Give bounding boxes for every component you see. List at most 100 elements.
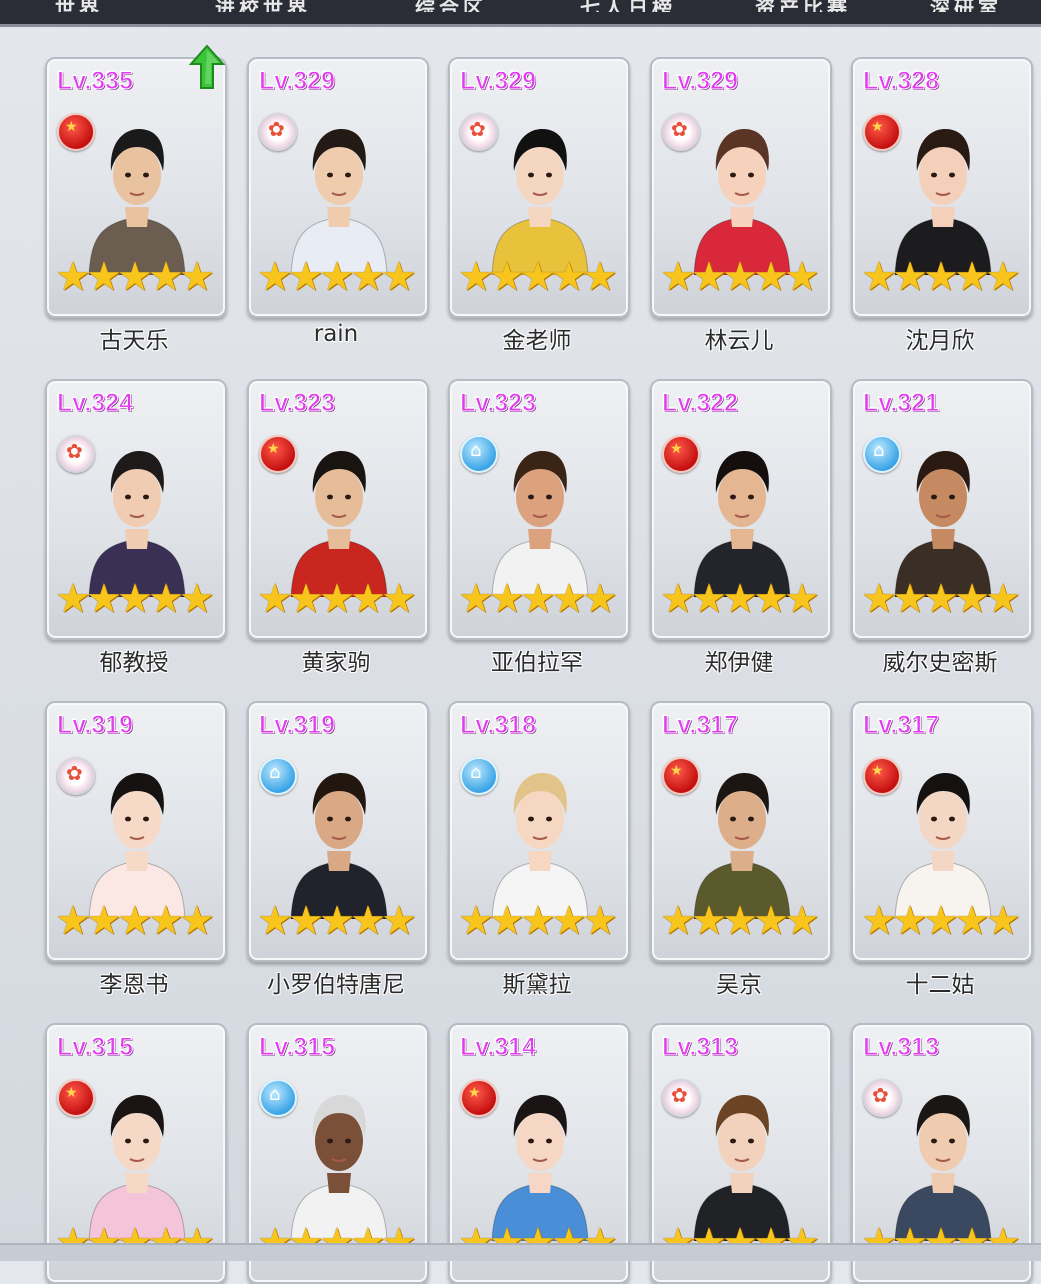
star-icon: ★ — [520, 577, 556, 621]
character-card[interactable]: Lv.323 ★★★★★ — [247, 379, 429, 640]
star-icon: ★ — [660, 899, 696, 943]
character-portrait — [491, 1095, 589, 1241]
star-icon: ★ — [691, 255, 727, 299]
character-name: 吴京 — [716, 972, 762, 998]
star-icon: ★ — [179, 899, 215, 943]
character-name: 亚伯拉罕 — [491, 650, 583, 676]
level-label: Lv.313 — [863, 1033, 940, 1062]
character-portrait — [290, 1095, 388, 1241]
star-icon: ★ — [923, 255, 959, 299]
star-icon: ★ — [458, 577, 494, 621]
level-label: Lv.317 — [863, 711, 940, 740]
star-icon: ★ — [55, 255, 91, 299]
star-rating: ★★★★★ — [660, 577, 820, 621]
character-name: 沈月欣 — [905, 328, 975, 354]
star-rating: ★★★★★ — [458, 899, 618, 943]
character-card[interactable]: Lv.317 ★ ★★★★ — [851, 701, 1033, 962]
star-icon: ★ — [691, 899, 727, 943]
top-tab-3[interactable]: 七人日榜 — [580, 0, 720, 12]
star-icon: ★ — [660, 255, 696, 299]
level-label: Lv.322 — [662, 389, 739, 418]
star-rating: ★★★★★ — [861, 577, 1021, 621]
star-icon: ★ — [350, 255, 386, 299]
character-card[interactable]: Lv.328 ★ ★★★★ — [851, 57, 1033, 318]
star-icon: ★ — [985, 577, 1021, 621]
character-name: 黄家驹 — [301, 650, 371, 676]
character-name: 斯黛拉 — [502, 972, 572, 998]
star-icon: ★ — [288, 577, 324, 621]
character-card[interactable]: Lv.322 ★ ★★★★ — [650, 379, 832, 640]
star-icon: ★ — [784, 577, 820, 621]
top-tab-0[interactable]: 世界 — [55, 0, 195, 12]
star-icon: ★ — [691, 577, 727, 621]
top-tab-4[interactable]: 资产比赛 — [755, 0, 895, 12]
level-label: Lv.329 — [460, 67, 537, 96]
star-icon: ★ — [861, 577, 897, 621]
star-icon: ★ — [582, 577, 618, 621]
star-icon: ★ — [381, 577, 417, 621]
character-name: 李恩书 — [99, 972, 169, 998]
star-icon: ★ — [148, 577, 184, 621]
star-icon: ★ — [784, 899, 820, 943]
star-icon: ★ — [784, 255, 820, 299]
star-icon: ★ — [892, 899, 928, 943]
star-icon: ★ — [86, 577, 122, 621]
star-icon: ★ — [117, 899, 153, 943]
character-card[interactable]: Lv.318 ★★★★★ — [448, 701, 630, 962]
star-icon: ★ — [582, 255, 618, 299]
character-name: 威尔史密斯 — [882, 650, 998, 676]
character-card[interactable]: Lv.323 ★★★★★ — [448, 379, 630, 640]
character-portrait — [290, 451, 388, 597]
character-card[interactable]: Lv.321 ★★★★★ — [851, 379, 1033, 640]
star-icon: ★ — [520, 899, 556, 943]
top-tab-1[interactable]: 进校世界 — [215, 0, 355, 12]
top-tab-5[interactable]: 深研室 — [930, 0, 1030, 12]
top-tab-2[interactable]: 综合区 — [415, 0, 555, 12]
character-card[interactable]: Lv.329 ★★★★★ — [448, 57, 630, 318]
star-icon: ★ — [892, 577, 928, 621]
level-label: Lv.319 — [259, 711, 336, 740]
star-icon: ★ — [722, 255, 758, 299]
level-label: Lv.324 — [57, 389, 134, 418]
star-icon: ★ — [954, 899, 990, 943]
character-card[interactable]: Lv.319 ★★★★★ — [45, 701, 227, 962]
star-icon: ★ — [117, 577, 153, 621]
star-icon: ★ — [381, 899, 417, 943]
star-icon: ★ — [861, 255, 897, 299]
star-icon: ★ — [861, 899, 897, 943]
character-portrait — [693, 773, 791, 919]
star-icon: ★ — [179, 255, 215, 299]
star-icon: ★ — [257, 255, 293, 299]
character-portrait — [491, 129, 589, 275]
character-portrait — [693, 129, 791, 275]
character-card[interactable]: Lv.324 ★★★★★ — [45, 379, 227, 640]
character-card[interactable]: Lv.329 ★★★★★ — [650, 57, 832, 318]
star-icon: ★ — [722, 577, 758, 621]
character-card[interactable]: Lv.335 ★ ★★★★ — [45, 57, 227, 318]
star-icon: ★ — [660, 577, 696, 621]
character-name: 小罗伯特唐尼 — [267, 972, 405, 998]
level-label: Lv.329 — [259, 67, 336, 96]
character-portrait — [88, 1095, 186, 1241]
star-icon: ★ — [753, 899, 789, 943]
star-icon: ★ — [985, 899, 1021, 943]
character-portrait — [491, 773, 589, 919]
character-name: 林云儿 — [704, 328, 774, 354]
star-icon: ★ — [489, 255, 525, 299]
character-card[interactable]: Lv.329 ★★★★★ — [247, 57, 429, 318]
character-name: 十二姑 — [905, 972, 975, 998]
level-label: Lv.319 — [57, 711, 134, 740]
star-icon: ★ — [551, 255, 587, 299]
character-card[interactable]: Lv.317 ★ ★★★★ — [650, 701, 832, 962]
character-card[interactable]: Lv.319 ★★★★★ — [247, 701, 429, 962]
top-tab-bar: 世界 进校世界 综合区 七人日榜 资产比赛 深研室 — [0, 0, 1041, 27]
level-label: Lv.323 — [259, 389, 336, 418]
star-icon: ★ — [86, 899, 122, 943]
star-rating: ★★★★★ — [257, 255, 417, 299]
star-rating: ★★★★★ — [861, 255, 1021, 299]
star-icon: ★ — [381, 255, 417, 299]
star-rating: ★★★★★ — [660, 255, 820, 299]
star-icon: ★ — [458, 899, 494, 943]
character-portrait — [491, 451, 589, 597]
star-rating: ★★★★★ — [458, 577, 618, 621]
